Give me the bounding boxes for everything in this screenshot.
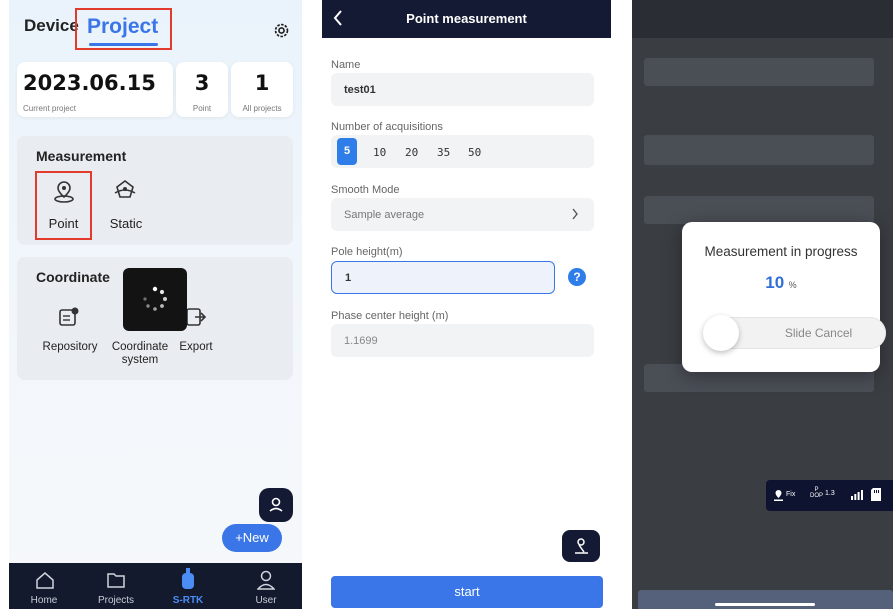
point-count-card[interactable]: 3 Point: [176, 62, 228, 117]
progress-readout: 10 %: [682, 273, 880, 293]
measurement-progress-screen: Measurement in progress 10 % Slide Cance…: [632, 0, 893, 609]
project-screen: Device Project 2023.06.15 Current projec…: [9, 0, 302, 609]
smooth-mode-select[interactable]: Sample average: [331, 198, 594, 231]
pole-height-input[interactable]: 1: [331, 261, 555, 294]
repository-button[interactable]: Repository: [35, 301, 105, 373]
acquisitions-selector: 5 10 20 35 50: [331, 135, 594, 168]
acq-option-10[interactable]: 10: [373, 146, 386, 159]
export-icon: [184, 305, 208, 329]
nav-user-label: User: [255, 595, 277, 606]
fix-status: Fix: [786, 491, 796, 498]
page-title: Point measurement: [406, 11, 527, 26]
start-button[interactable]: start: [331, 576, 603, 608]
signal-bars-icon: [851, 490, 863, 500]
fix-pin-icon: [774, 489, 783, 501]
progress-title: Measurement in progress: [704, 244, 858, 259]
slide-cancel-track[interactable]: Slide Cancel: [703, 315, 886, 351]
point-location-icon: [51, 179, 77, 205]
name-value: test01: [344, 84, 376, 96]
phase-center-field: 1.1699: [331, 324, 594, 357]
name-field[interactable]: test01: [331, 73, 594, 106]
current-project-card[interactable]: 2023.06.15 Current project: [17, 62, 173, 117]
point-tool-button[interactable]: Point: [35, 171, 92, 240]
smooth-mode-label: Smooth Mode: [331, 184, 400, 196]
export-label: Export: [179, 341, 213, 353]
coordinate-system-label-1: Coordinate: [111, 341, 169, 353]
pole-height-value: 1: [345, 272, 352, 284]
locate-fab[interactable]: [259, 488, 293, 522]
pdop-label: P DOP: [810, 487, 823, 499]
slide-cancel-text: Slide Cancel: [784, 326, 853, 340]
user-icon: [257, 570, 275, 590]
nav-srtk-label: S-RTK: [172, 595, 204, 606]
nav-projects-label: Projects: [97, 595, 135, 606]
coordinate-system-label-2: system: [121, 354, 159, 366]
smooth-mode-value: Sample average: [344, 209, 425, 221]
pole-height-label: Pole height(m): [331, 246, 403, 258]
static-tool-button[interactable]: Static: [101, 171, 151, 240]
acq-option-5[interactable]: 5: [337, 138, 357, 165]
bottom-nav: Home Projects S-RTK User: [9, 563, 302, 609]
project-date: 2023.06.15: [23, 71, 156, 95]
repository-icon: [57, 305, 81, 329]
measurement-title: Measurement: [36, 148, 127, 164]
name-label: Name: [331, 59, 361, 71]
acq-option-50[interactable]: 50: [468, 146, 481, 159]
settings-icon[interactable]: [273, 22, 290, 39]
all-projects-card[interactable]: 1 All projects: [231, 62, 293, 117]
coordinate-title: Coordinate: [36, 269, 110, 285]
tab-project-label: Project: [87, 15, 159, 38]
blurred-field: [644, 58, 874, 86]
repository-label: Repository: [42, 341, 98, 353]
acq-option-20[interactable]: 20: [405, 146, 418, 159]
tab-underline: [89, 43, 158, 46]
progress-dialog: Measurement in progress 10 % Slide Cance…: [682, 222, 886, 372]
point-count: 3: [194, 71, 210, 95]
measure-fab[interactable]: [562, 530, 600, 562]
current-project-label: Current project: [23, 104, 76, 113]
location-pin-icon: [267, 496, 285, 514]
static-tool-label: Static: [109, 216, 143, 231]
phase-center-value: 1.1699: [344, 335, 378, 347]
all-projects-label: All projects: [242, 104, 282, 113]
chevron-right-icon: [571, 208, 579, 220]
tab-project[interactable]: Project: [75, 8, 172, 50]
static-satellite-icon: [112, 177, 138, 203]
pole-stake-icon: [573, 537, 590, 555]
new-project-button[interactable]: +New: [222, 524, 282, 552]
loading-overlay: [123, 268, 187, 331]
progress-percent-unit: %: [788, 280, 797, 290]
nav-home-label: Home: [30, 595, 58, 606]
phase-center-label: Phase center height (m): [331, 310, 449, 322]
point-label: Point: [192, 104, 212, 113]
blurred-top-bar: [632, 0, 893, 38]
acquisitions-label: Number of acquisitions: [331, 121, 443, 133]
tab-device[interactable]: Device: [24, 16, 79, 36]
projects-count: 1: [254, 71, 270, 95]
blurred-field: [644, 196, 874, 224]
point-tool-label: Point: [48, 216, 79, 231]
blurred-field: [644, 135, 874, 165]
measurement-section: Measurement Point Static: [17, 136, 293, 245]
pdop-label-bottom: DOP: [810, 493, 824, 499]
blurred-start-button: [638, 590, 893, 609]
home-indicator: [715, 603, 815, 606]
top-bar: Point measurement: [322, 0, 611, 38]
gnss-status-bar: Fix P DOP 1.3: [766, 480, 893, 511]
sd-card-icon: [871, 488, 881, 501]
help-icon[interactable]: ?: [568, 268, 586, 286]
point-measurement-screen: Point measurement Name test01 Number of …: [322, 0, 611, 609]
srtk-receiver-icon: [181, 568, 195, 590]
loading-spinner-icon: [142, 286, 168, 312]
folder-icon: [106, 571, 126, 589]
home-icon: [35, 571, 55, 589]
acq-option-35[interactable]: 35: [437, 146, 450, 159]
pdop-value: 1.3: [825, 490, 835, 497]
progress-percent: 10: [765, 273, 785, 292]
slide-handle[interactable]: [703, 315, 739, 351]
